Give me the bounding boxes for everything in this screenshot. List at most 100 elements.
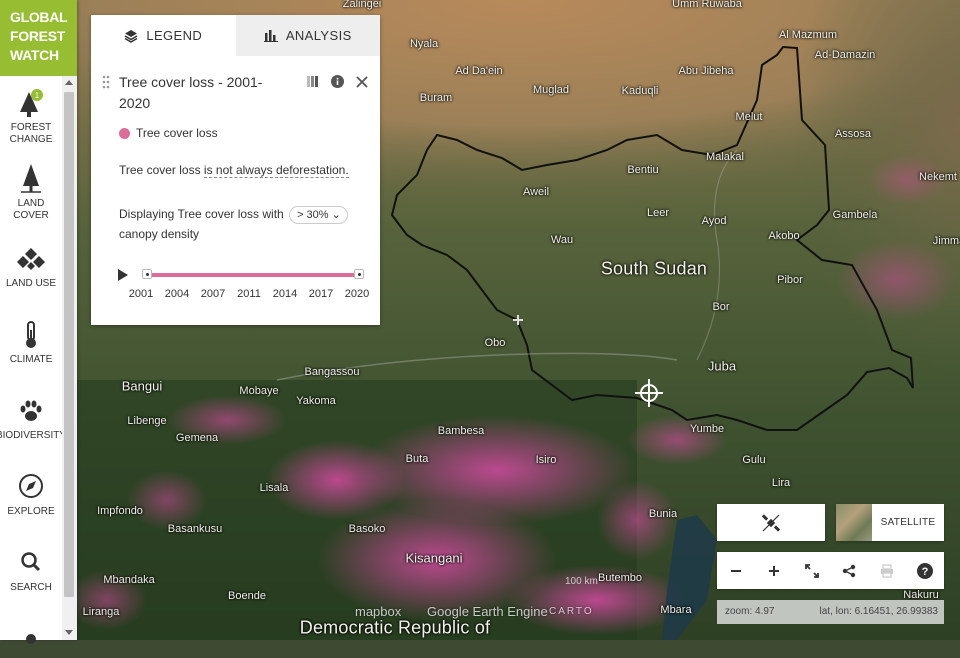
panel-tabs: LEGEND ANALYSIS — [91, 15, 380, 56]
map-status-bar: zoom: 4.97 lat, lon: 6.16451, 26.99383 — [717, 600, 944, 624]
place-label: Al Mazmum — [778, 29, 838, 41]
scroll-up-icon[interactable] — [65, 80, 73, 85]
land-use-icon — [17, 248, 45, 270]
info-icon[interactable] — [331, 75, 344, 88]
share-button[interactable] — [837, 559, 861, 583]
place-label: Lisala — [259, 482, 289, 494]
timeline-track[interactable] — [142, 269, 364, 279]
mapbox-attribution[interactable]: mapbox — [355, 604, 401, 619]
legend-panel: LEGEND ANALYSIS Tree cover loss - 2001-2… — [91, 15, 380, 325]
nav-label: EXPLORE — [7, 506, 55, 517]
legend-item: Tree cover loss — [119, 126, 218, 140]
canopy-density-row: Displaying Tree cover loss with > 30% ⌄ … — [119, 204, 369, 244]
conifer-icon — [21, 164, 41, 193]
timeline-year-label: 2020 — [344, 288, 370, 300]
scale-bar: 100 km — [565, 576, 598, 587]
place-label: Ayod — [701, 215, 727, 227]
paw-icon — [20, 400, 42, 421]
tab-analysis[interactable]: ANALYSIS — [235, 15, 380, 56]
place-label: Assosa — [834, 128, 872, 140]
place-label: Ad-Damazin — [814, 49, 876, 61]
nav-land-use[interactable]: LAND USE — [0, 242, 62, 290]
opacity-icon[interactable] — [306, 75, 319, 88]
place-label: Jimma — [932, 235, 960, 247]
search-icon — [21, 552, 41, 572]
place-label: Basankusu — [167, 523, 223, 535]
user-icon — [26, 634, 36, 644]
svg-text:?: ? — [922, 566, 929, 578]
help-button[interactable]: ? — [913, 559, 937, 583]
carto-attribution[interactable]: CARTO — [549, 606, 594, 617]
place-label: Buram — [419, 92, 453, 104]
zoom-out-button[interactable] — [724, 559, 748, 583]
gfw-logo[interactable]: GLOBAL FOREST WATCH — [0, 0, 77, 76]
scrollbar-thumb[interactable] — [64, 92, 74, 597]
legend-label: Tree cover loss — [136, 126, 218, 140]
expand-icon — [804, 563, 819, 578]
place-label: Mobaye — [239, 385, 279, 397]
place-label: Bentiu — [627, 164, 659, 176]
place-label: Leer — [646, 207, 670, 219]
place-label: Yakoma — [296, 395, 336, 407]
place-label: Gambela — [832, 209, 878, 221]
place-label: Abu Jibeha — [678, 65, 734, 77]
place-label: Mbandaka — [103, 574, 155, 586]
nav-forest-change[interactable]: 1 FOREST CHANGE — [0, 86, 62, 146]
nav-label: FOREST CHANGE — [9, 122, 53, 145]
print-icon — [881, 563, 894, 578]
place-label: Liranga — [82, 606, 120, 618]
tab-label: LEGEND — [146, 28, 203, 43]
timeline-year-label: 2011 — [237, 288, 261, 300]
place-label: Bangui — [121, 378, 163, 394]
place-label: Wau — [550, 234, 574, 246]
zoom-in-button[interactable] — [762, 559, 786, 583]
play-icon[interactable] — [118, 269, 128, 281]
timeline-end-handle[interactable] — [354, 269, 364, 279]
nav-climate[interactable]: CLIMATE — [0, 318, 62, 366]
place-label: Kisangani — [405, 550, 463, 566]
place-label: Libenge — [127, 415, 167, 427]
basemap-thumbnail — [836, 504, 872, 541]
place-label: Aweil — [522, 186, 550, 198]
logo-line: WATCH — [10, 47, 59, 63]
layers-icon — [124, 29, 138, 43]
nav-search[interactable]: SEARCH — [0, 546, 62, 594]
layer-title: Tree cover loss - 2001-2020 — [119, 74, 263, 111]
deforestation-note: Tree cover loss is not always deforestat… — [119, 163, 349, 178]
density-text: canopy density — [119, 227, 200, 241]
deforestation-link[interactable]: is not always deforestation. — [203, 163, 349, 178]
place-label: Obo — [484, 337, 506, 349]
country-label: South Sudan — [600, 258, 708, 279]
compass-icon — [19, 474, 43, 498]
gee-attribution[interactable]: Google Earth Engine — [427, 604, 548, 619]
bar-chart-icon — [263, 29, 278, 42]
tab-legend[interactable]: LEGEND — [91, 15, 236, 56]
place-label: Gulu — [742, 454, 766, 466]
place-label: Mbara — [660, 604, 692, 616]
fullscreen-button[interactable] — [800, 559, 824, 583]
nav-label: LAND USE — [5, 278, 56, 289]
timeline-year-label: 2007 — [200, 288, 226, 300]
close-icon[interactable] — [356, 75, 368, 88]
note-text: Tree cover loss — [119, 163, 204, 177]
legend-swatch — [119, 127, 130, 139]
timeline-year-label: 2017 — [308, 288, 334, 300]
basemap-button[interactable]: SATELLITE — [836, 504, 944, 541]
nav-explore[interactable]: EXPLORE — [0, 470, 62, 518]
place-label: Ad Da'ein — [455, 65, 503, 77]
recenter-button[interactable] — [717, 504, 825, 541]
nav-biodiversity[interactable]: BIODIVERSITY — [0, 394, 66, 442]
nav-user[interactable] — [0, 622, 62, 658]
timeline-start-handle[interactable] — [142, 269, 152, 279]
nav-land-cover[interactable]: LAND COVER — [0, 162, 62, 222]
place-label: Zalingei — [342, 0, 382, 10]
place-label: Basoko — [348, 523, 386, 535]
place-label: Nekemt — [919, 171, 957, 183]
sidebar-scrollbar[interactable] — [62, 76, 77, 640]
print-button[interactable] — [875, 559, 899, 583]
logo-line: FOREST — [10, 28, 65, 44]
scroll-down-icon[interactable] — [65, 630, 73, 635]
place-label: Bunia — [648, 508, 678, 520]
drag-handle-icon[interactable] — [102, 75, 110, 89]
canopy-density-select[interactable]: > 30% ⌄ — [289, 206, 348, 224]
